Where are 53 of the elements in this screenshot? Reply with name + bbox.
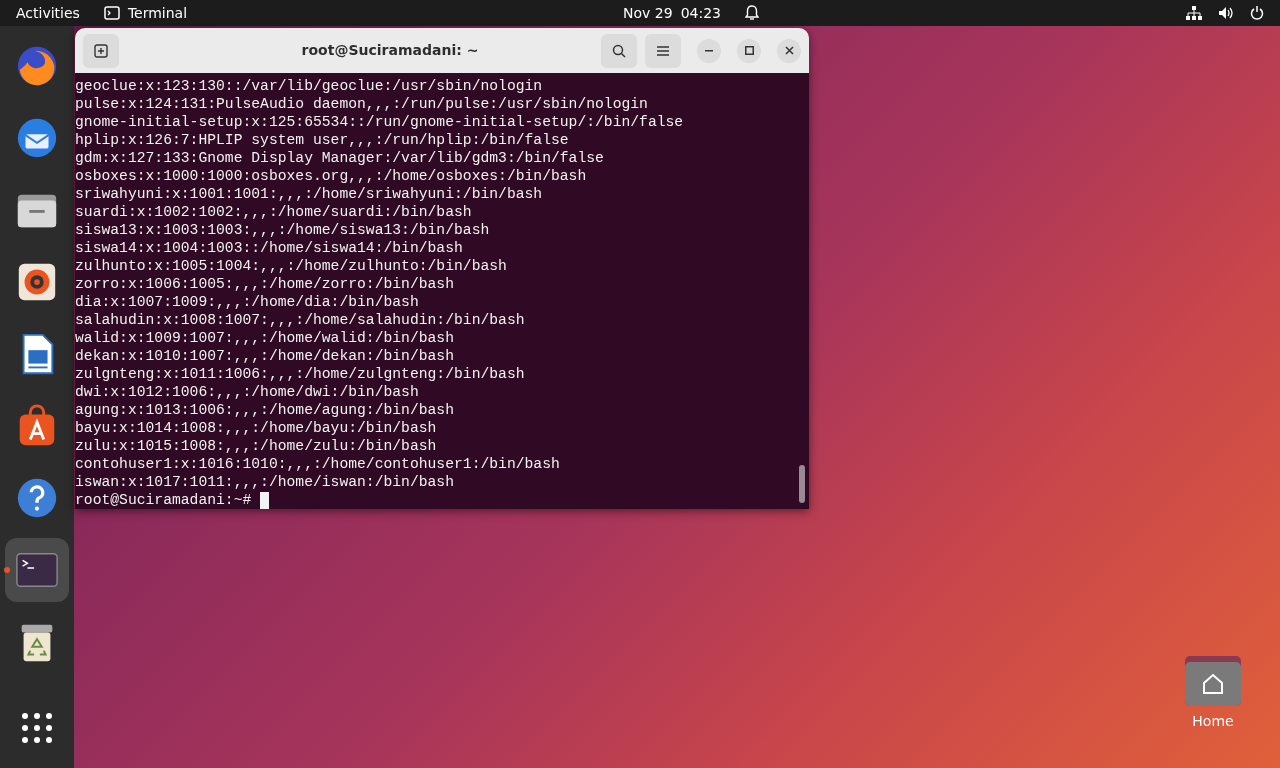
terminal-output-line: salahudin:x:1008:1007:,,,:/home/salahudin:/bin/bash <box>75 311 526 329</box>
search-button[interactable] <box>601 33 637 68</box>
terminal-output-line: sriwahyuni:x:1001:1001:,,,:/home/sriwahyuni:/bin/bash <box>75 185 544 203</box>
terminal-output-line: zorro:x:1006:1005:,,,:/home/zorro:/bin/bash <box>75 275 455 293</box>
terminal-output-line: dekan:x:1010:1007:,,,:/home/dekan:/bin/bash <box>75 347 455 365</box>
running-indicator <box>4 567 10 573</box>
terminal-output-line: gdm:x:127:133:Gnome Display Manager:/var/lib/gdm3:/bin/false <box>75 149 605 167</box>
terminal-output-line: suardi:x:1002:1002:,,,:/home/suardi:/bin/bash <box>75 203 473 221</box>
terminal-output-line: gnome-initial-setup:x:125:65534::/run/gnome-initial-setup/:/bin/false <box>75 113 685 131</box>
terminal-output-line: iswan:x:1017:1011:,,,:/home/iswan:/bin/bash <box>75 473 455 491</box>
terminal-output-line: pulse:x:124:131:PulseAudio daemon,,,:/run/pulse:/usr/sbin/nologin <box>75 95 649 113</box>
terminal-output-line: hplip:x:126:7:HPLIP system user,,,:/run/hplip:/bin/false <box>75 131 570 149</box>
terminal-icon <box>103 6 120 20</box>
minimize-button[interactable] <box>697 38 721 63</box>
shell-prompt: root@Suciramadani:~# <box>75 491 252 509</box>
menu-button[interactable] <box>645 33 681 68</box>
terminal-output-line: agung:x:1013:1006:,,,:/home/agung:/bin/bash <box>75 401 455 419</box>
terminal-output-line: dwi:x:1012:1006:,,,:/home/dwi:/bin/bash <box>75 383 420 401</box>
app-menu-label[interactable]: Terminal <box>127 2 188 24</box>
clock-time[interactable]: 04:23 <box>680 2 721 24</box>
app-grid-icon[interactable] <box>21 712 53 744</box>
terminal-output-line: walid:x:1009:1007:,,,:/home/walid:/bin/bash <box>75 329 455 347</box>
close-icon <box>784 46 794 55</box>
terminal-output-line: zulhunto:x:1005:1004:,,,:/home/zulhunto:/bin/bash <box>75 257 508 275</box>
terminal-output-line: bayu:x:1014:1008:,,,:/home/bayu:/bin/bash <box>75 419 438 437</box>
maximize-icon <box>744 46 754 55</box>
text-cursor <box>260 491 270 509</box>
clock-date[interactable]: Nov 29 <box>623 2 673 24</box>
desktop-icon-label[interactable]: Home <box>1192 711 1234 732</box>
terminal-output-line: contohuser1:x:1016:1010:,,,:/home/contohuser1:/bin/bash <box>75 455 561 473</box>
terminal-output-line: zulgnteng:x:1011:1006:,,,:/home/zulgnteng:/bin/bash <box>75 365 526 383</box>
terminal-output-line: siswa14:x:1004:1003::/home/siswa14:/bin/bash <box>75 239 464 257</box>
terminal-output-line: zulu:x:1015:1008:,,,:/home/zulu:/bin/bash <box>75 437 438 455</box>
window-title: root@Suciramadani: ~ <box>300 41 480 60</box>
home-folder-icon[interactable] <box>1184 655 1242 707</box>
minimize-icon <box>705 49 713 52</box>
network-icon[interactable] <box>1186 6 1202 20</box>
terminal-output-line: geoclue:x:123:130::/var/lib/geoclue:/usr/sbin/nologin <box>75 77 544 95</box>
volume-icon[interactable] <box>1218 6 1234 20</box>
terminal-output-line: osboxes:x:1000:1000:osboxes.org,,,:/home/osboxes:/bin/bash <box>75 167 588 185</box>
menu-icon <box>657 45 669 56</box>
terminal-output-line: siswa13:x:1003:1003:,,,:/home/siswa13:/bin/bash <box>75 221 491 239</box>
maximize-button[interactable] <box>737 38 761 63</box>
new-tab-icon <box>94 43 108 58</box>
active-dock-item[interactable] <box>5 538 69 602</box>
scrollbar-thumb[interactable] <box>799 465 805 503</box>
activities-button[interactable]: Activities <box>16 2 80 24</box>
bell-icon <box>745 5 759 21</box>
terminal-output-line: dia:x:1007:1009:,,,:/home/dia:/bin/bash <box>75 293 420 311</box>
power-icon[interactable] <box>1250 6 1264 20</box>
search-icon <box>612 43 626 58</box>
new-tab-button[interactable] <box>83 33 119 68</box>
close-button[interactable] <box>777 38 801 63</box>
